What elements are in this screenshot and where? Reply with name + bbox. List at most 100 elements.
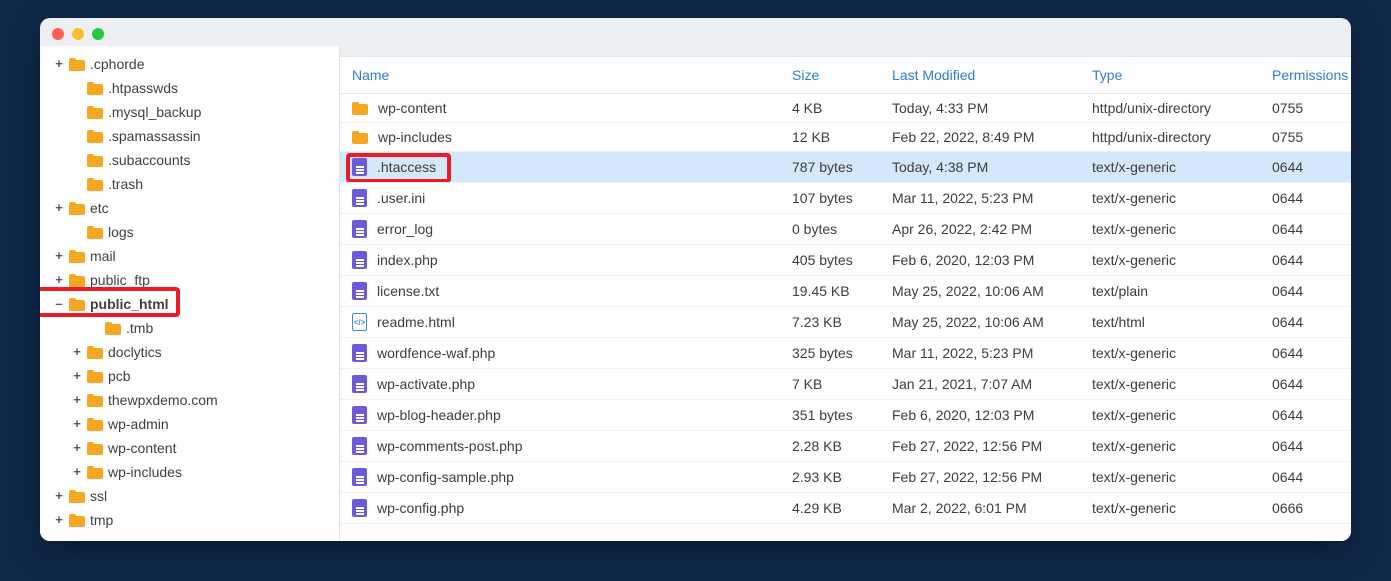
expand-icon[interactable]: + <box>54 487 64 505</box>
file-size: 787 bytes <box>780 152 880 183</box>
file-permissions: 0644 <box>1260 152 1351 183</box>
expand-icon[interactable]: + <box>54 199 64 217</box>
table-row[interactable]: wordfence-waf.php325 bytesMar 11, 2022, … <box>340 338 1351 369</box>
column-header-modified[interactable]: Last Modified <box>880 57 1080 94</box>
tree-item-label: ssl <box>90 487 331 505</box>
collapse-icon[interactable]: – <box>54 295 64 313</box>
tree-item--subaccounts[interactable]: .subaccounts <box>70 148 333 172</box>
tree-item-ssl[interactable]: + ssl <box>52 484 333 508</box>
file-modified: Feb 22, 2022, 8:49 PM <box>880 123 1080 152</box>
tree-item-wp-content[interactable]: + wp-content <box>70 436 333 460</box>
expand-icon[interactable]: + <box>72 343 82 361</box>
file-icon <box>352 220 367 238</box>
table-row[interactable]: wp-config-sample.php2.93 KBFeb 27, 2022,… <box>340 462 1351 493</box>
tree-item--mysql-backup[interactable]: .mysql_backup <box>70 100 333 124</box>
tree-item--htpasswds[interactable]: .htpasswds <box>70 76 333 100</box>
file-permissions: 0644 <box>1260 431 1351 462</box>
column-header-name[interactable]: Name <box>340 57 780 94</box>
table-row[interactable]: .htaccess787 bytesToday, 4:38 PMtext/x-g… <box>340 152 1351 183</box>
expand-icon[interactable]: + <box>54 247 64 265</box>
tree-item-label: .trash <box>108 175 331 193</box>
folder-icon <box>105 322 121 335</box>
column-header-size[interactable]: Size <box>780 57 880 94</box>
file-modified: May 25, 2022, 10:06 AM <box>880 276 1080 307</box>
folder-icon <box>87 442 103 455</box>
file-size: 351 bytes <box>780 400 880 431</box>
tree-item-public-html[interactable]: – public_html <box>52 292 333 316</box>
table-row[interactable]: wp-content4 KBToday, 4:33 PMhttpd/unix-d… <box>340 94 1351 123</box>
file-size: 107 bytes <box>780 183 880 214</box>
expand-icon[interactable]: + <box>72 415 82 433</box>
tree-item-public-ftp[interactable]: +public_ftp <box>52 268 333 292</box>
table-row[interactable]: readme.html7.23 KBMay 25, 2022, 10:06 AM… <box>340 307 1351 338</box>
table-row[interactable]: wp-comments-post.php2.28 KBFeb 27, 2022,… <box>340 431 1351 462</box>
table-row[interactable]: error_log0 bytesApr 26, 2022, 2:42 PMtex… <box>340 214 1351 245</box>
expand-icon[interactable]: + <box>54 511 64 529</box>
tree-item--cphorde[interactable]: + .cphorde <box>52 52 333 76</box>
file-size: 2.93 KB <box>780 462 880 493</box>
file-icon <box>352 499 367 517</box>
file-name: wp-includes <box>378 129 452 145</box>
window-close-button[interactable] <box>52 28 64 40</box>
tree-item-logs[interactable]: logs <box>70 220 333 244</box>
file-name: readme.html <box>377 314 455 330</box>
tree-item-label: public_html <box>90 295 331 313</box>
tree-item-tmp[interactable]: + tmp <box>52 508 333 532</box>
file-name: error_log <box>377 221 433 237</box>
tree-item-label: .cphorde <box>90 55 331 73</box>
expand-icon[interactable]: + <box>72 463 82 481</box>
tree-item-thewpxdemo-com[interactable]: +thewpxdemo.com <box>70 388 333 412</box>
tree-item-etc[interactable]: +etc <box>52 196 333 220</box>
tree-item-label: logs <box>108 223 331 241</box>
folder-icon <box>352 131 368 144</box>
tree-item-mail[interactable]: +mail <box>52 244 333 268</box>
folder-icon <box>69 490 85 503</box>
column-header-type[interactable]: Type <box>1080 57 1260 94</box>
file-size: 19.45 KB <box>780 276 880 307</box>
file-permissions: 0755 <box>1260 123 1351 152</box>
file-type: text/x-generic <box>1080 183 1260 214</box>
folder-tree-sidebar[interactable]: + .cphorde .htpasswds .mysql_backup .spamass… <box>40 46 340 541</box>
tree-item-label: .htpasswds <box>108 79 331 97</box>
tree-item-label: tmp <box>90 511 331 529</box>
table-row[interactable]: .user.ini107 bytesMar 11, 2022, 5:23 PMt… <box>340 183 1351 214</box>
file-modified: Today, 4:38 PM <box>880 152 1080 183</box>
tree-item--tmb[interactable]: .tmb <box>88 316 333 340</box>
tree-item-wp-admin[interactable]: +wp-admin <box>70 412 333 436</box>
file-name: wp-config.php <box>377 500 464 516</box>
file-type: text/x-generic <box>1080 493 1260 524</box>
table-row[interactable]: wp-config.php4.29 KBMar 2, 2022, 6:01 PM… <box>340 493 1351 524</box>
file-size: 325 bytes <box>780 338 880 369</box>
file-type: httpd/unix-directory <box>1080 94 1260 123</box>
tree-item-label: wp-content <box>108 439 331 457</box>
file-type: text/x-generic <box>1080 462 1260 493</box>
table-row[interactable]: wp-blog-header.php351 bytesFeb 6, 2020, … <box>340 400 1351 431</box>
tree-item--spamassassin[interactable]: .spamassassin <box>70 124 333 148</box>
table-row[interactable]: index.php405 bytesFeb 6, 2020, 12:03 PMt… <box>340 245 1351 276</box>
window-minimize-button[interactable] <box>72 28 84 40</box>
tree-item-pcb[interactable]: +pcb <box>70 364 333 388</box>
tree-item--trash[interactable]: .trash <box>70 172 333 196</box>
expand-icon[interactable]: + <box>54 55 64 73</box>
table-row[interactable]: license.txt19.45 KBMay 25, 2022, 10:06 A… <box>340 276 1351 307</box>
expand-icon[interactable]: + <box>54 271 64 289</box>
expand-icon[interactable]: + <box>72 391 82 409</box>
file-icon <box>352 375 367 393</box>
table-row[interactable]: wp-activate.php7 KBJan 21, 2021, 7:07 AM… <box>340 369 1351 400</box>
tree-item-label: doclytics <box>108 343 331 361</box>
folder-icon <box>87 82 103 95</box>
tree-item-doclytics[interactable]: + doclytics <box>70 340 333 364</box>
file-type: text/x-generic <box>1080 431 1260 462</box>
file-modified: May 25, 2022, 10:06 AM <box>880 307 1080 338</box>
expand-icon[interactable]: + <box>72 439 82 457</box>
table-row[interactable]: wp-includes12 KBFeb 22, 2022, 8:49 PMhtt… <box>340 123 1351 152</box>
tree-item-wp-includes[interactable]: +wp-includes <box>70 460 333 484</box>
window-zoom-button[interactable] <box>92 28 104 40</box>
html-file-icon <box>352 313 367 331</box>
file-list-panel: Name Size Last Modified Type Permissions… <box>340 46 1351 541</box>
file-size: 4 KB <box>780 94 880 123</box>
file-permissions: 0666 <box>1260 493 1351 524</box>
expand-icon[interactable]: + <box>72 367 82 385</box>
column-header-permissions[interactable]: Permissions <box>1260 57 1351 94</box>
tree-item-label: .mysql_backup <box>108 103 331 121</box>
